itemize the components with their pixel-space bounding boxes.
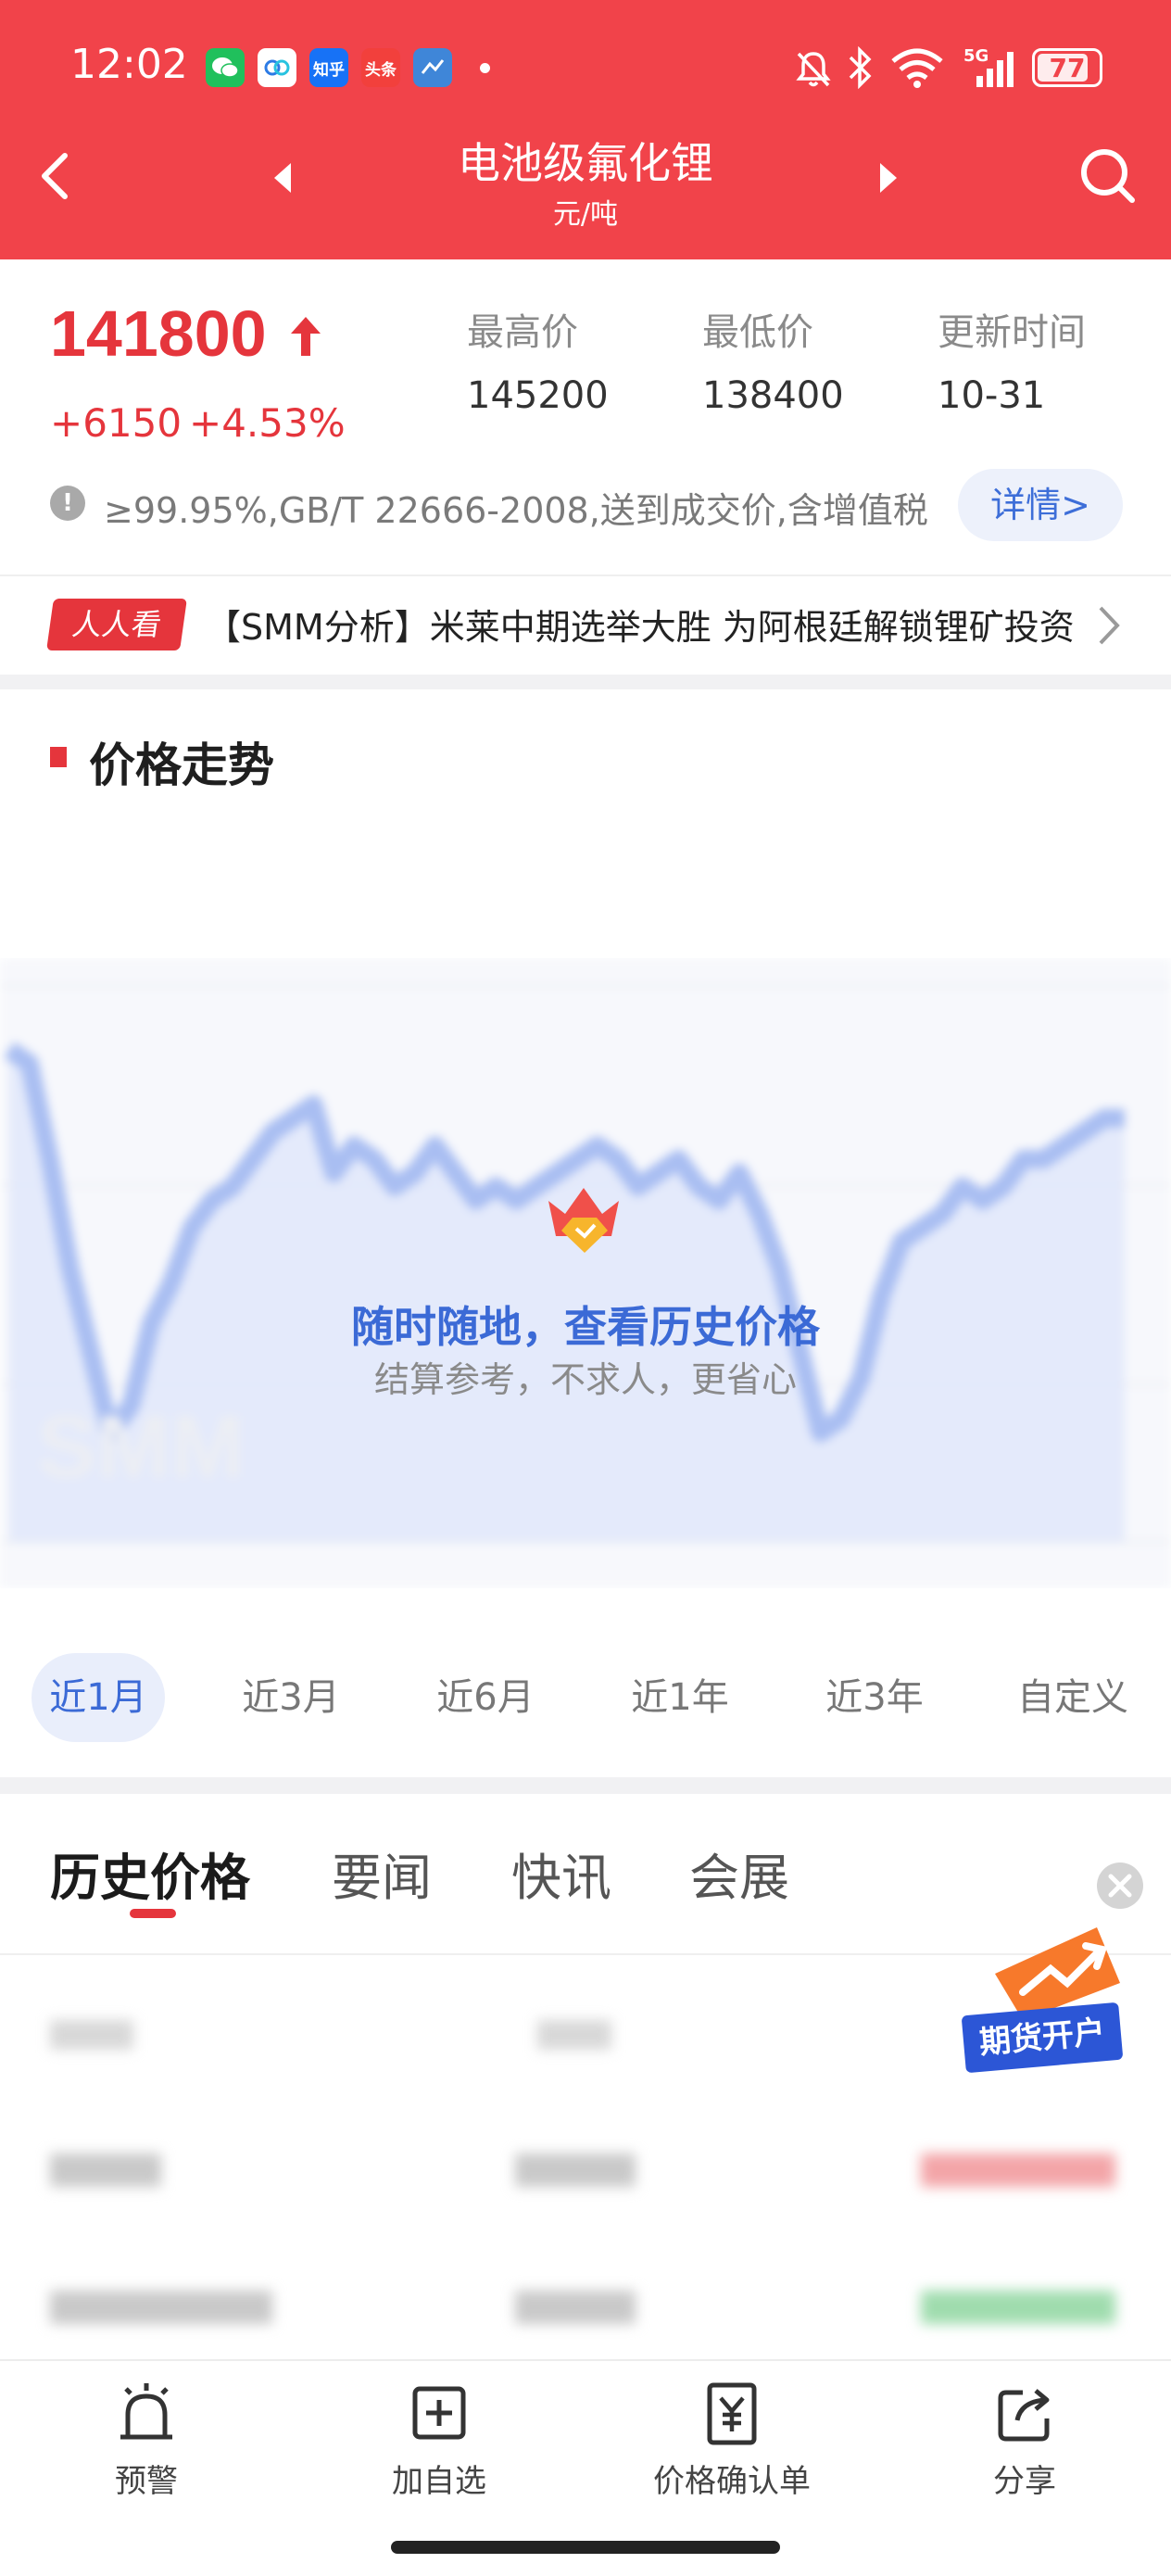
tab-news[interactable]: 要闻 <box>332 1837 432 1910</box>
product-spec: ≥99.95%,GB/T 22666-2008,送到成交价,含增值税 <box>104 490 928 531</box>
share-label: 分享 <box>993 2463 1056 2500</box>
tab-history-price[interactable]: 历史价格 <box>50 1837 250 1910</box>
next-product-icon[interactable] <box>875 159 902 196</box>
battery-indicator: 77 <box>1032 48 1102 87</box>
alarm-icon <box>120 2383 172 2440</box>
add-icon <box>412 2386 466 2440</box>
range-tab-3y[interactable]: 近3年 <box>808 1653 941 1742</box>
news-headline[interactable]: 【SMM分析】米莱中期选举大胜 为阿根廷解锁锂矿投资 <box>206 599 1077 650</box>
update-time-label: 更新时间 <box>938 311 1086 354</box>
price-confirmation-button[interactable]: 价格确认单 <box>630 2381 834 2501</box>
battery-level: 77 <box>1049 52 1086 83</box>
home-indicator[interactable] <box>391 2541 780 2554</box>
toutiao-label: 头条 <box>365 60 397 80</box>
mute-bell-icon <box>796 52 831 87</box>
bluetooth-icon <box>849 46 872 89</box>
price-doc-icon <box>707 2382 757 2445</box>
high-price-label: 最高价 <box>467 311 578 354</box>
section-separator <box>0 675 1171 689</box>
close-icon[interactable] <box>1095 1861 1145 1911</box>
section-marker <box>50 747 67 767</box>
price-chart-svg: SMM <box>0 958 1171 1588</box>
divider <box>0 575 1171 576</box>
history-promo-title[interactable]: 随时随地，查看历史价格 <box>215 1294 956 1355</box>
zhihu-label: 知乎 <box>313 60 345 80</box>
active-tab-indicator <box>130 1909 176 1918</box>
table-row <box>0 2252 1171 2363</box>
price-up-arrow-icon <box>291 317 321 356</box>
tab-flash[interactable]: 快讯 <box>511 1837 611 1910</box>
price-change: +6150 <box>50 400 183 446</box>
watermark-logo: SMM <box>37 1397 245 1496</box>
status-time: 12:02 <box>70 41 188 88</box>
page-title: 电池级氟化锂 <box>458 138 713 188</box>
info-icon: ! <box>50 486 85 521</box>
tab-exhibitions[interactable]: 会展 <box>689 1837 789 1910</box>
range-tab-1y[interactable]: 近1年 <box>613 1653 747 1742</box>
high-price-value: 145200 <box>467 374 609 417</box>
low-price-label: 最低价 <box>702 311 813 354</box>
weather-app-icon <box>413 48 452 87</box>
range-tab-1m[interactable]: 近1月 <box>31 1653 165 1742</box>
update-time-value: 10-31 <box>938 374 1046 417</box>
history-crown-icon <box>548 1188 619 1253</box>
table-row <box>0 2115 1171 2226</box>
low-price-value: 138400 <box>702 374 844 417</box>
section-separator <box>0 1777 1171 1794</box>
alert-button[interactable]: 预警 <box>44 2381 248 2501</box>
chevron-right-icon[interactable] <box>1093 602 1125 649</box>
toutiao-icon: 头条 <box>361 48 400 87</box>
add-watchlist-button[interactable]: 加自选 <box>337 2381 541 2501</box>
zhihu-icon: 知乎 <box>309 48 348 87</box>
range-tab-custom[interactable]: 自定义 <box>1006 1653 1140 1742</box>
cloud-app-icon <box>258 48 296 87</box>
status-bar: 12:02 知乎 头条 5G 77 <box>0 0 1171 139</box>
detail-button[interactable]: 详情> <box>958 469 1123 541</box>
notification-dot <box>480 63 490 73</box>
app-header: 12:02 知乎 头条 5G 77 电池级氟化锂 元/吨 <box>0 0 1171 259</box>
add-watchlist-label: 加自选 <box>392 2463 486 2500</box>
previous-product-icon[interactable] <box>269 159 296 196</box>
search-icon[interactable] <box>1075 143 1140 208</box>
history-promo-subtitle: 结算参考，不求人，更省心 <box>373 1359 797 1400</box>
price-unit: 元/吨 <box>552 198 619 231</box>
price-confirmation-label: 价格确认单 <box>653 2463 811 2500</box>
current-price: 141800 <box>50 297 267 370</box>
signal-icon <box>976 52 1014 87</box>
wifi-icon <box>891 48 943 88</box>
range-tab-6m[interactable]: 近6月 <box>419 1653 552 1742</box>
price-trend-title: 价格走势 <box>89 739 274 792</box>
wechat-icon <box>206 48 245 87</box>
share-icon <box>998 2389 1050 2442</box>
alert-label: 预警 <box>115 2463 178 2500</box>
range-tab-3m[interactable]: 近3月 <box>224 1653 358 1742</box>
back-icon[interactable] <box>28 148 83 204</box>
price-change-percent: +4.53% <box>189 400 346 446</box>
share-button[interactable]: 分享 <box>923 2381 1127 2501</box>
price-chart: SMM <box>0 958 1171 1588</box>
news-badge: 人人看 <box>46 599 187 650</box>
